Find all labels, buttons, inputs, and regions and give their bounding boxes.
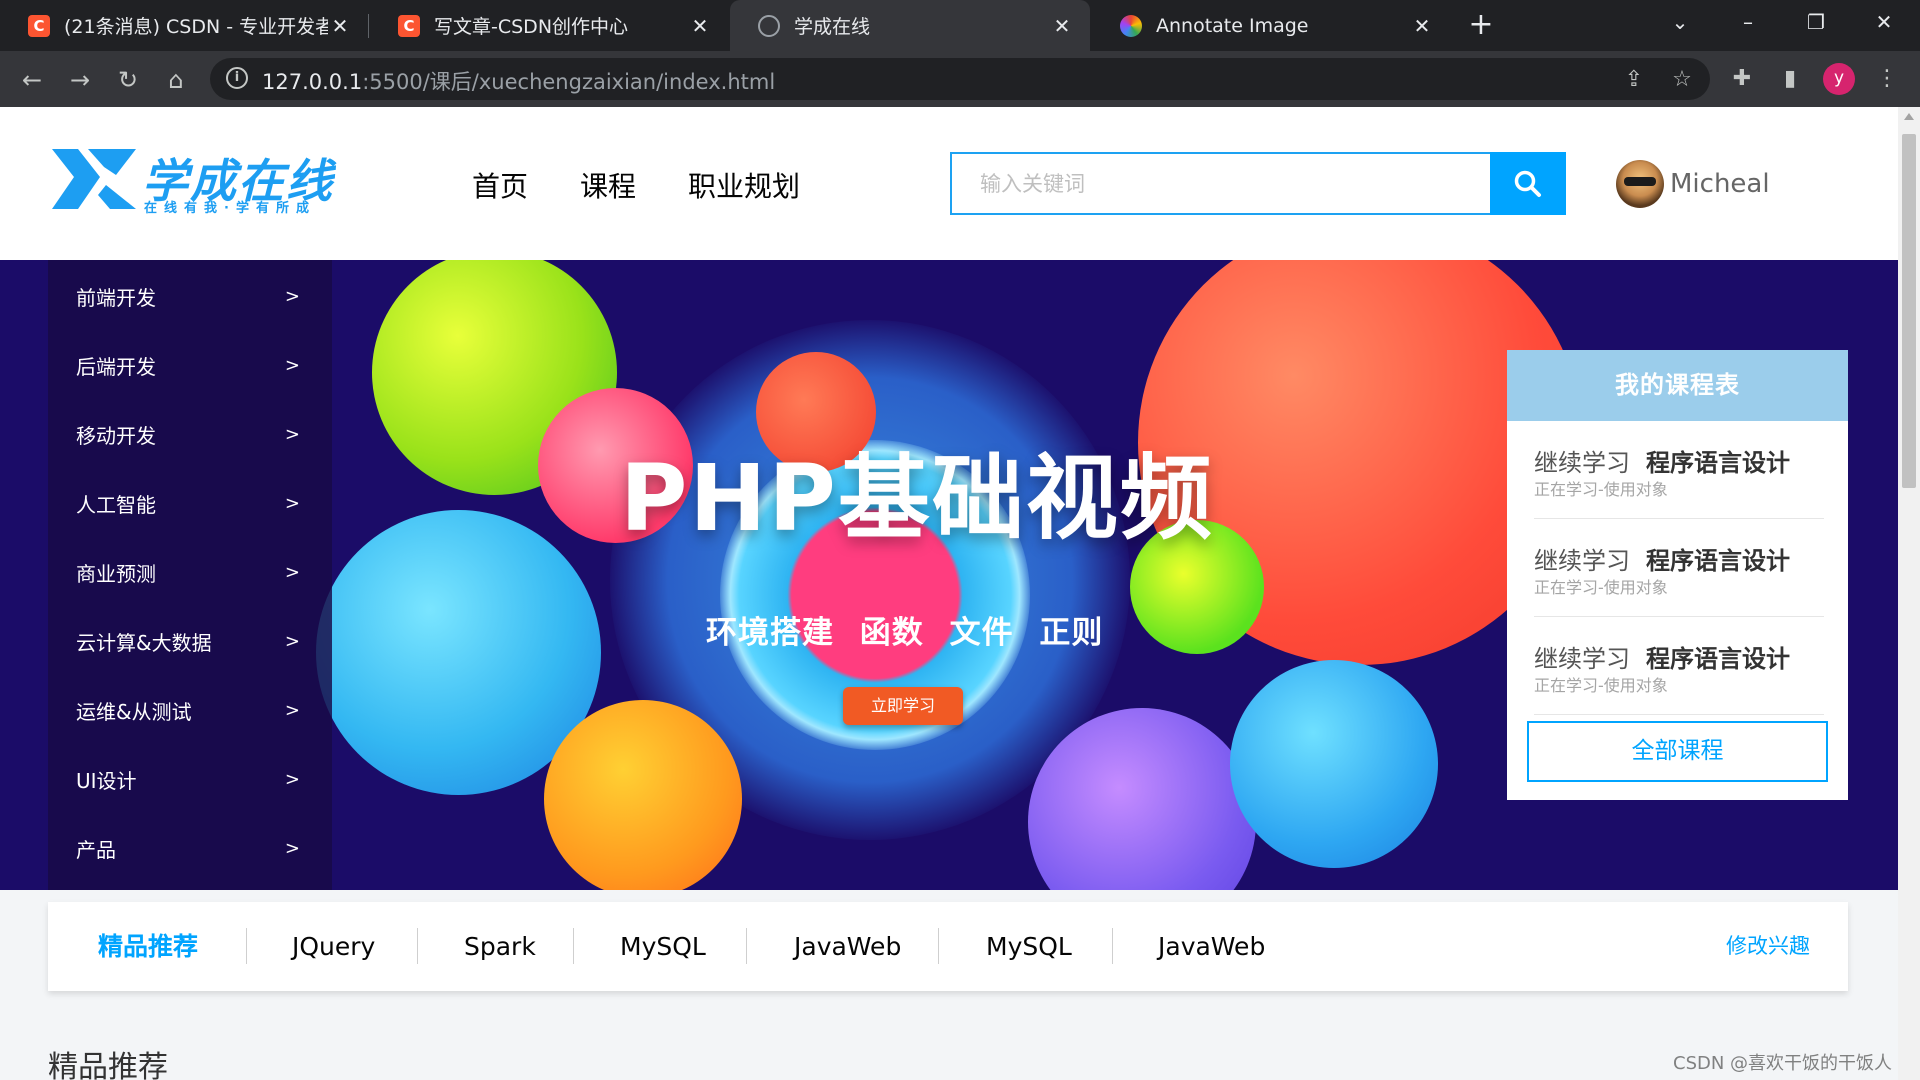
annotate-favicon-icon — [1120, 14, 1142, 37]
sidebar-item-cloud[interactable]: 云计算&大数据 > — [48, 607, 332, 676]
tab-search-chevron-icon[interactable]: ⌄ — [1646, 0, 1714, 44]
search-box — [950, 152, 1566, 215]
sidebar-item-ui[interactable]: UI设计 > — [48, 745, 332, 814]
close-tab-icon[interactable]: ✕ — [1050, 14, 1074, 38]
site-logo[interactable]: 学成在线 在线有我·学有所成 — [48, 145, 348, 216]
scroll-up-arrow-icon[interactable] — [1904, 113, 1914, 120]
close-window-icon[interactable]: ✕ — [1850, 0, 1918, 44]
avatar[interactable] — [1616, 160, 1664, 208]
category-sidebar: 前端开发 > 后端开发 > 移动开发 > 人工智能 > 商业预测 > 云计算&大数据 > 运… — [48, 260, 332, 890]
chevron-right-icon: > — [284, 286, 300, 307]
chevron-right-icon: > — [284, 769, 300, 790]
list-item[interactable]: 继续学习 程序语言设计 正在学习-使用对象 — [1534, 519, 1824, 617]
chevron-right-icon: > — [284, 424, 300, 445]
new-tab-plus-icon[interactable]: + — [1464, 8, 1498, 42]
course-status: 正在学习-使用对象 — [1534, 578, 1668, 597]
logo-slogan: 在线有我·学有所成 — [144, 201, 316, 216]
chevron-right-icon: > — [284, 631, 300, 652]
chevron-right-icon: > — [284, 838, 300, 859]
recommend-item-javaweb-2[interactable]: JavaWeb — [1158, 902, 1265, 991]
card-title: 我的课程表 — [1507, 350, 1848, 421]
close-tab-icon[interactable]: ✕ — [328, 14, 352, 38]
extensions-puzzle-icon[interactable]: ✚ — [1725, 62, 1759, 96]
restore-window-icon[interactable]: ❐ — [1782, 0, 1850, 44]
logo-x-icon — [52, 149, 136, 209]
minimize-window-icon[interactable]: – — [1714, 0, 1782, 44]
sidebar-item-ai[interactable]: 人工智能 > — [48, 469, 332, 538]
course-status: 正在学习-使用对象 — [1534, 676, 1668, 695]
close-tab-icon[interactable]: ✕ — [688, 14, 712, 38]
chevron-right-icon: > — [284, 355, 300, 376]
nav-courses[interactable]: 课程 — [580, 165, 636, 205]
user-profile[interactable]: Micheal — [1616, 160, 1770, 208]
site-header: 学成在线 在线有我·学有所成 首页 课程 职业规划 Micheal — [0, 107, 1898, 260]
profile-avatar[interactable]: y — [1823, 63, 1855, 95]
sidebar-item-backend[interactable]: 后端开发 > — [48, 331, 332, 400]
my-courses-card: 我的课程表 继续学习 程序语言设计 正在学习-使用对象 继续学习 程序语言设计 正在… — [1507, 350, 1848, 800]
recommend-item-mysql-2[interactable]: MySQL — [986, 902, 1072, 991]
search-input[interactable] — [952, 154, 1492, 213]
search-icon — [1514, 170, 1541, 197]
browser-tab-xuecheng[interactable]: 学成在线 ✕ — [730, 0, 1090, 51]
site-info-icon[interactable]: i — [226, 67, 248, 89]
all-courses-button[interactable]: 全部课程 — [1527, 721, 1828, 782]
recommend-item-jquery[interactable]: JQuery — [292, 902, 375, 991]
page-viewport: 学成在线 在线有我·学有所成 首页 课程 职业规划 Micheal — [0, 107, 1898, 1080]
chevron-right-icon: > — [284, 562, 300, 583]
tab-title: (21条消息) CSDN - 专业开发者社 — [64, 16, 328, 38]
page-scrollbar[interactable] — [1898, 107, 1920, 1080]
globe-icon — [758, 14, 780, 37]
nav-home[interactable]: 首页 — [472, 165, 528, 205]
sidebar-item-mobile[interactable]: 移动开发 > — [48, 400, 332, 469]
back-arrow-icon[interactable]: ← — [14, 62, 50, 98]
side-panel-icon[interactable]: ▮ — [1773, 62, 1807, 96]
username[interactable]: Micheal — [1670, 169, 1770, 199]
csdn-favicon-icon: C — [398, 14, 420, 37]
sidebar-item-ops[interactable]: 运维&从测试 > — [48, 676, 332, 745]
list-item[interactable]: 继续学习 程序语言设计 正在学习-使用对象 — [1534, 617, 1824, 715]
browser-tab-annotate[interactable]: Annotate Image ✕ — [1092, 0, 1450, 51]
chevron-right-icon: > — [284, 700, 300, 721]
recommend-item-mysql[interactable]: MySQL — [620, 902, 706, 991]
tab-title: 学成在线 — [794, 16, 871, 38]
csdn-favicon-icon: C — [28, 14, 50, 37]
section-title: 精品推荐 — [48, 1050, 168, 1080]
sidebar-item-product[interactable]: 产品 > — [48, 814, 332, 883]
scrollbar-thumb[interactable] — [1902, 134, 1916, 488]
banner-subtitle: 环境搭建 函数 文件 正则 — [706, 615, 1104, 651]
edit-interests-link[interactable]: 修改兴趣 — [1726, 902, 1810, 991]
search-button[interactable] — [1490, 152, 1566, 215]
learn-now-button[interactable]: 立即学习 — [843, 687, 963, 725]
list-item[interactable]: 继续学习 程序语言设计 正在学习-使用对象 — [1534, 421, 1824, 519]
share-icon[interactable]: ⇪ — [1620, 66, 1648, 94]
banner-circle-decoration — [1230, 660, 1438, 868]
recommend-item-spark[interactable]: Spark — [464, 902, 536, 991]
recommend-bar: 精品推荐 JQuery Spark MySQL JavaWeb MySQL Ja… — [48, 902, 1848, 991]
sidebar-item-frontend[interactable]: 前端开发 > — [48, 262, 332, 331]
address-bar[interactable]: i 127.0.0.1:5500/课后/xuechengzaixian/inde… — [210, 58, 1710, 100]
watermark: CSDN @喜欢干饭的干饭人 — [1673, 1053, 1893, 1074]
banner-circle-decoration — [544, 700, 742, 890]
bookmark-star-icon[interactable]: ☆ — [1668, 66, 1696, 94]
sidebar-item-business[interactable]: 商业预测 > — [48, 538, 332, 607]
forward-arrow-icon[interactable]: → — [62, 62, 98, 98]
browser-tab-bar: C (21条消息) CSDN - 专业开发者社 ✕ C 写文章-CSDN创作中心… — [0, 0, 1920, 51]
address-url[interactable]: 127.0.0.1:5500/课后/xuechengzaixian/index.… — [262, 66, 775, 96]
browser-tab-csdn[interactable]: C (21条消息) CSDN - 专业开发者社 ✕ — [0, 0, 368, 51]
tab-title: Annotate Image — [1156, 14, 1309, 37]
close-tab-icon[interactable]: ✕ — [1410, 14, 1434, 38]
banner-title: PHP基础视频 — [620, 445, 1214, 552]
tab-title: 写文章-CSDN创作中心 — [434, 16, 629, 38]
browser-menu-icon[interactable]: ⋮ — [1870, 62, 1904, 96]
recommend-title: 精品推荐 — [98, 932, 199, 961]
chevron-right-icon: > — [284, 493, 300, 514]
home-icon[interactable]: ⌂ — [158, 62, 194, 98]
course-status: 正在学习-使用对象 — [1534, 480, 1668, 499]
nav-career[interactable]: 职业规划 — [688, 165, 800, 205]
browser-tab-csdn-editor[interactable]: C 写文章-CSDN创作中心 ✕ — [370, 0, 728, 51]
reload-icon[interactable]: ↻ — [110, 62, 146, 98]
recommend-item-javaweb[interactable]: JavaWeb — [794, 902, 901, 991]
